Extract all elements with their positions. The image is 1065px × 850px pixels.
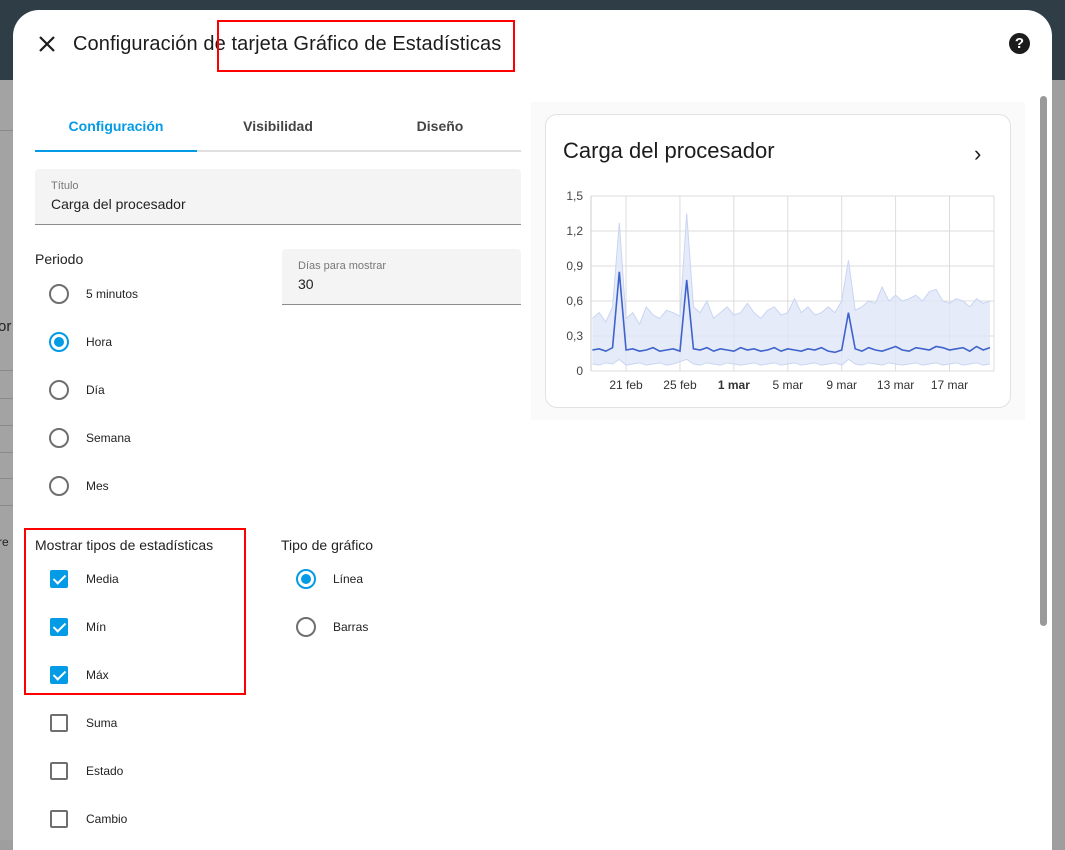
option-label: 5 minutos: [86, 287, 139, 301]
dialog-title: Configuración de tarjeta Gráfico de Esta…: [73, 33, 502, 55]
statistics-chart: 0 0,3 0,6 0,9 1,2 1,5 21 feb 25 feb 1 mar 5 mar 9 …: [566, 189, 995, 392]
title-field-value: Carga del procesador: [51, 196, 186, 212]
option-label: Hora: [86, 335, 113, 349]
stat-type-option[interactable]: Cambio: [50, 810, 127, 828]
close-icon[interactable]: [35, 32, 59, 56]
y-tick-label: 0,3: [566, 329, 583, 343]
x-tick-label: 1 mar: [718, 378, 750, 392]
help-icon[interactable]: ?: [1009, 33, 1030, 54]
radio-button[interactable]: [49, 380, 69, 400]
stat-type-option[interactable]: Estado: [50, 762, 123, 780]
days-to-show-field[interactable]: Días para mostrar 30: [282, 249, 521, 305]
radio-button[interactable]: [49, 476, 69, 496]
title-field-label: Título: [51, 180, 79, 192]
option-label: Mín: [86, 620, 107, 634]
stat-type-option[interactable]: Máx: [50, 666, 109, 684]
chart-type-label: Tipo de gráfico: [281, 537, 374, 553]
card-preview: Carga del procesador › 0 0,3 0,6 0,9 1,2 1,5 2…: [531, 102, 1025, 420]
x-tick-label: 21 feb: [609, 378, 643, 392]
option-label: Mes: [86, 479, 109, 493]
radio-button[interactable]: [49, 428, 69, 448]
checkbox[interactable]: [50, 810, 68, 828]
checkbox[interactable]: [50, 762, 68, 780]
y-tick-label: 1,2: [566, 224, 583, 238]
option-label: Máx: [86, 668, 109, 682]
card-config-dialog: Configuración de tarjeta Gráfico de Esta…: [13, 10, 1052, 850]
tab-visibilidad[interactable]: Visibilidad: [197, 106, 359, 150]
tab-configuracion[interactable]: Configuración: [35, 106, 197, 152]
stat-type-option[interactable]: Suma: [50, 714, 117, 732]
background-page: or re: [0, 80, 14, 840]
radio-button[interactable]: [296, 569, 316, 589]
option-label: Semana: [86, 431, 131, 445]
min-max-band: [592, 213, 990, 366]
y-tick-label: 0: [576, 364, 583, 378]
period-option[interactable]: Día: [49, 380, 105, 400]
checkbox[interactable]: [50, 570, 68, 588]
days-field-label: Días para mostrar: [298, 260, 387, 272]
period-option[interactable]: Hora: [49, 332, 112, 352]
x-tick-label: 13 mar: [877, 378, 914, 392]
chart-type-option[interactable]: Barras: [296, 617, 368, 637]
title-field[interactable]: Título Carga del procesador: [35, 169, 521, 225]
scrollbar[interactable]: [1040, 96, 1047, 626]
y-tick-label: 0,9: [566, 259, 583, 273]
stat-type-option[interactable]: Media: [50, 570, 119, 588]
tab-bar: Configuración Visibilidad Diseño: [35, 106, 521, 152]
period-option[interactable]: Semana: [49, 428, 131, 448]
option-label: Cambio: [86, 812, 128, 826]
period-label: Periodo: [35, 251, 84, 267]
background-text: re: [0, 535, 9, 549]
option-label: Día: [86, 383, 105, 397]
option-label: Estado: [86, 764, 124, 778]
period-option[interactable]: 5 minutos: [49, 284, 138, 304]
x-tick-label: 9 mar: [826, 378, 857, 392]
option-label: Suma: [86, 716, 118, 730]
x-tick-label: 5 mar: [772, 378, 803, 392]
radio-button[interactable]: [49, 332, 69, 352]
x-tick-label: 25 feb: [663, 378, 697, 392]
checkbox[interactable]: [50, 714, 68, 732]
checkbox[interactable]: [50, 666, 68, 684]
background-text: or: [0, 318, 12, 335]
days-field-value: 30: [298, 276, 314, 292]
stat-type-option[interactable]: Mín: [50, 618, 106, 636]
option-label: Media: [86, 572, 119, 586]
stat-types-label: Mostrar tipos de estadísticas: [35, 537, 214, 553]
period-option[interactable]: Mes: [49, 476, 109, 496]
chart-type-option[interactable]: Línea: [296, 569, 363, 589]
radio-button[interactable]: [49, 284, 69, 304]
option-label: Barras: [333, 620, 369, 634]
checkbox[interactable]: [50, 618, 68, 636]
statistics-graph-card[interactable]: Carga del procesador › 0 0,3 0,6 0,9 1,2 1,5 2…: [545, 114, 1011, 408]
radio-button[interactable]: [296, 617, 316, 637]
x-tick-label: 17 mar: [931, 378, 968, 392]
y-tick-label: 1,5: [566, 189, 583, 203]
option-label: Línea: [333, 572, 364, 586]
tab-diseno[interactable]: Diseño: [359, 106, 521, 150]
y-tick-label: 0,6: [566, 294, 583, 308]
